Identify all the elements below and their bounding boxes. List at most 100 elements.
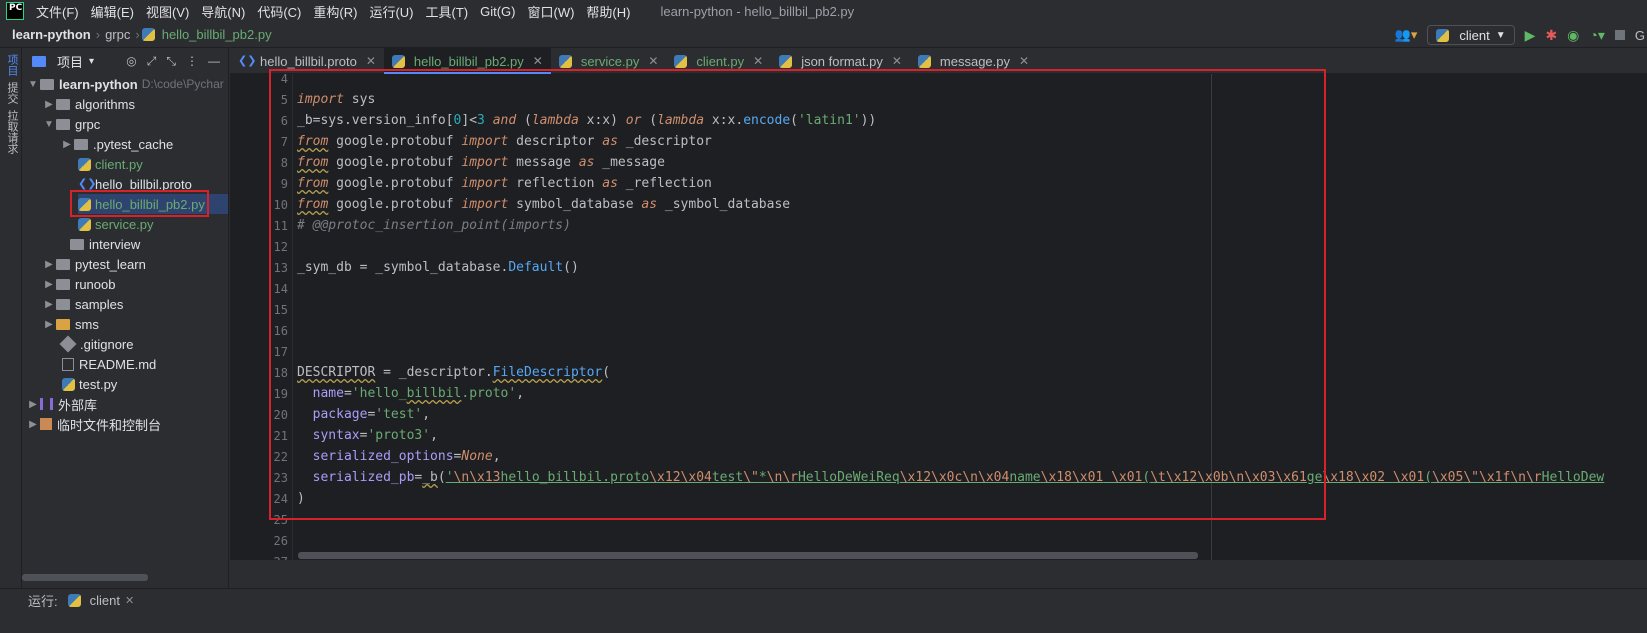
menu-tools[interactable]: 工具(T) [419,2,474,21]
tree-item-interview[interactable]: interview [56,234,140,254]
tree-item-pytest-learn[interactable]: ▶ pytest_learn [42,254,146,274]
breadcrumb-file[interactable]: hello_billbil_pb2.py [159,27,275,42]
stop-icon[interactable] [1614,30,1625,40]
tree-item-service-py[interactable]: service.py [78,214,154,234]
tree-item-grpc[interactable]: ▼ grpc [42,114,100,134]
chevron-down-icon[interactable]: ▼ [42,119,56,130]
tab-label: json format.py [801,53,883,69]
users-icon[interactable]: 👥▾ [1395,27,1418,43]
run-label: 运行: [28,593,58,609]
proto-file-icon: ❮❯ [238,54,257,67]
commit-tool-button[interactable]: 提交 [4,82,20,104]
collapse-all-icon[interactable]: ⤡ [166,54,176,69]
tree-item-label: samples [75,296,124,312]
folder-icon [56,258,70,270]
tree-item-samples[interactable]: ▶ samples [42,294,123,314]
tree-item-label: service.py [95,216,154,232]
tree-item-label: .pytest_cache [93,136,174,152]
menu-navigate[interactable]: 导航(N) [195,2,251,21]
tree-item-label: interview [89,236,141,252]
chevron-right-icon[interactable]: ▶ [26,419,40,430]
tab-label: message.py [939,53,1010,69]
tree-item-pytest-cache[interactable]: ▶ .pytest_cache [60,134,173,154]
menu-git[interactable]: Git(G) [474,4,521,19]
folder-icon [56,118,70,130]
folder-icon [56,318,70,330]
tree-item-scratches[interactable]: ▶ 临时文件和控制台 [26,414,161,434]
python-file-icon [558,54,572,68]
options-icon[interactable]: ⋮ [186,54,198,69]
navigation-toolbar: learn-python › grpc › hello_billbil_pb2.… [0,22,1647,48]
breadcrumb-project[interactable]: learn-python [0,27,94,42]
python-icon [67,593,81,607]
close-icon[interactable]: ✕ [1019,54,1029,68]
chevron-right-icon[interactable]: ▶ [42,259,56,270]
window-title: learn-python - hello_billbil_pb2.py [660,3,855,19]
tree-item-test-py[interactable]: test.py [62,374,117,394]
line-number: 27 [262,555,292,560]
tree-item-gitignore[interactable]: .gitignore [59,334,134,354]
debug-icon[interactable]: ✱ [1545,27,1557,44]
chevron-right-icon[interactable]: ▶ [42,299,56,310]
tab-label: client.py [696,53,745,69]
pull-requests-tool-button[interactable]: 拉取请求 [4,110,20,154]
tree-item-client-py[interactable]: client.py [78,154,143,174]
chevron-down-icon: ▼ [1495,29,1506,41]
project-horizontal-scrollbar[interactable] [22,574,148,581]
menu-edit[interactable]: 编辑(E) [85,2,140,21]
proto-file-icon: ❮❯ [78,177,97,190]
tree-item-sms[interactable]: ▶ sms [42,314,99,334]
tree-item-label: pytest_learn [75,256,146,272]
close-icon[interactable]: ✕ [366,54,376,68]
highlight-box-code [269,69,1326,520]
tree-item-algorithms[interactable]: ▶ algorithms [42,94,135,114]
project-tool-button[interactable]: 项目 [4,54,20,76]
editor-horizontal-scrollbar[interactable] [298,552,1198,559]
profile-icon[interactable]: ◔▾ [1589,27,1604,44]
tree-item-external-libraries[interactable]: ▶ 外部库 [26,394,97,414]
close-icon[interactable]: ✕ [753,54,763,68]
tree-item-label: .gitignore [80,336,134,352]
menu-help[interactable]: 帮助(H) [580,2,636,21]
overflow-label: G [1634,27,1645,43]
menu-view[interactable]: 视图(V) [140,2,195,21]
close-icon[interactable]: ✕ [125,594,134,607]
python-file-icon [78,157,91,171]
run-config-select[interactable]: client ▼ [1427,25,1515,45]
locate-icon[interactable]: ◎ [126,54,136,69]
run-tab-client[interactable]: client ✕ [67,593,134,608]
menu-code[interactable]: 代码(C) [251,2,307,21]
python-file-icon [78,217,91,231]
python-icon [1436,28,1450,42]
menu-file[interactable]: 文件(F) [30,2,85,21]
chevron-right-icon[interactable]: ▶ [42,319,56,330]
menu-run[interactable]: 运行(U) [363,2,419,21]
run-icon[interactable]: ▶ [1525,27,1536,44]
tree-item-label: test.py [79,376,118,392]
chevron-down-icon[interactable]: ▾ [89,56,94,67]
coverage-icon[interactable]: ◉ [1567,27,1579,44]
expand-all-icon[interactable]: ⤢ [147,54,157,69]
close-icon[interactable]: ✕ [892,54,902,68]
folder-icon [56,98,70,110]
project-panel-title[interactable]: 项目 [57,52,83,71]
tree-item-readme[interactable]: README.md [62,354,156,374]
chevron-right-icon[interactable]: ▶ [26,399,40,410]
highlight-box-file [70,190,209,217]
close-icon[interactable]: ✕ [533,54,543,68]
chevron-right-icon[interactable]: ▶ [42,99,56,110]
breadcrumb-folder[interactable]: grpc [102,27,133,42]
tree-item-label: algorithms [75,96,135,112]
chevron-right-icon[interactable]: ▶ [42,279,56,290]
chevron-right-icon[interactable]: ▶ [60,139,74,150]
menu-refactor[interactable]: 重构(R) [307,2,363,21]
tree-item-runoob[interactable]: ▶ runoob [42,274,115,294]
line-number: 26 [273,534,288,548]
breadcrumb-separator: › [95,27,101,42]
tree-item-learn-python[interactable]: ▼ learn-python D:\code\Pychar [26,74,224,94]
tree-item-label: 临时文件和控制台 [57,417,162,433]
chevron-down-icon[interactable]: ▼ [26,79,40,90]
menu-window[interactable]: 窗口(W) [521,2,580,21]
close-icon[interactable]: ✕ [648,54,658,68]
hide-icon[interactable]: — [208,54,220,69]
